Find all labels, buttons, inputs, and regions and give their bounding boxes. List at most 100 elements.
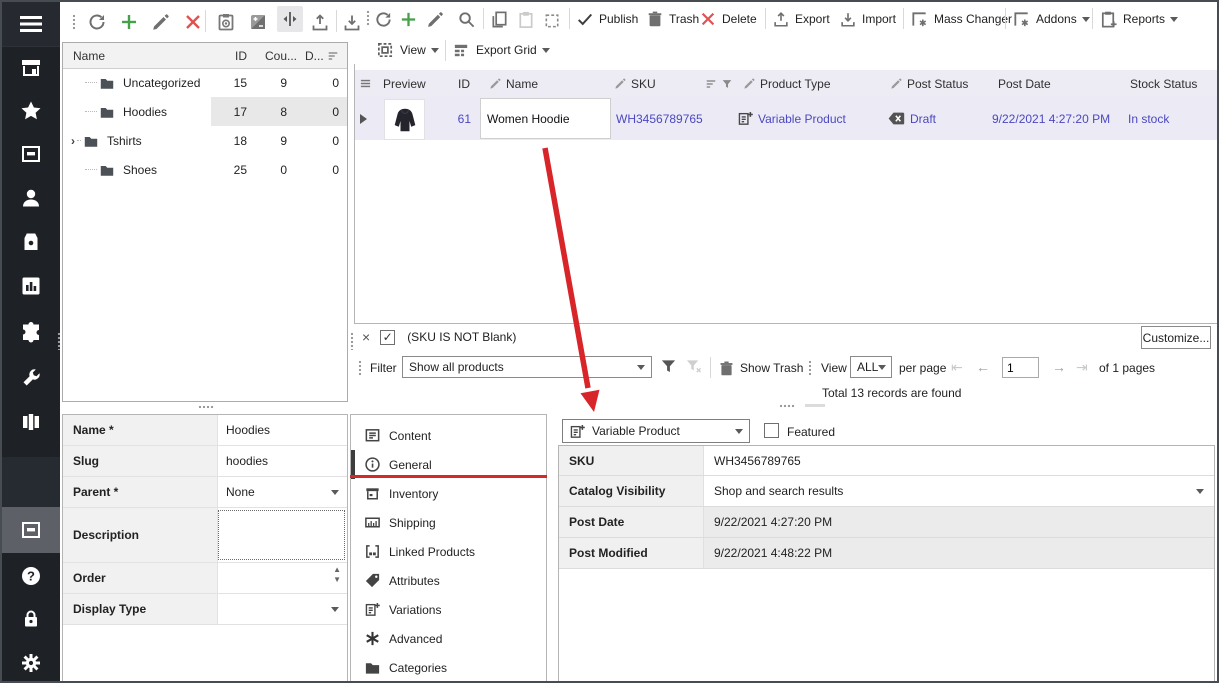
import-button[interactable]: Import [839,6,896,32]
favorites-star-icon[interactable] [2,89,60,133]
products-box-icon[interactable] [2,507,60,553]
description-field[interactable] [218,508,347,562]
trash-button[interactable]: Trash [646,6,699,32]
order-stepper[interactable]: ▲▼ [218,563,347,593]
cell-id[interactable]: 61 [443,112,471,126]
page-number-input[interactable] [1002,357,1039,378]
remove-filter-icon[interactable]: × [362,329,370,345]
col-post-status[interactable]: Post Status [886,77,972,91]
tab-categories[interactable]: Categories [351,653,546,682]
per-page-select[interactable]: ALL [850,356,892,378]
select-cells-button[interactable] [543,6,562,32]
addons-puzzle-icon[interactable] [2,310,60,354]
featured-checkbox[interactable] [764,423,779,438]
delete-button[interactable]: Delete [699,6,757,32]
mass-changer-button[interactable]: Mass Changer [910,6,1012,32]
tab-linked-products[interactable]: Linked Products [351,537,546,566]
tree-row-shoes[interactable]: Shoes 25 0 0 [63,155,347,184]
cell-sku[interactable]: WH3456789765 [616,112,703,126]
cell-post-date[interactable]: 9/22/2021 4:27:20 PM [992,112,1110,126]
addons-button[interactable]: Addons [1012,6,1090,32]
products-filter-select[interactable]: Show all products [402,356,652,378]
col-preview[interactable]: Preview [383,77,426,91]
category-edit-button[interactable] [151,9,171,35]
category-image-adjust-button[interactable] [248,9,268,35]
category-refresh-button[interactable] [87,9,107,35]
help-icon[interactable]: ? [2,554,60,598]
category-export-button[interactable] [310,9,330,35]
sku-field[interactable]: WH3456789765 [704,446,1214,475]
grid-search-button[interactable] [457,6,476,32]
slug-field[interactable]: hoodies [218,446,347,476]
splitter-grip[interactable] [198,405,214,409]
catalog-visibility-select[interactable]: Shop and search results [704,476,1214,506]
filter-enabled-checkbox[interactable]: ✓ [380,330,395,345]
apply-filter-funnel-icon[interactable] [660,358,677,375]
tree-col-name[interactable]: Name [73,49,105,63]
tree-col-count[interactable]: Cou... [265,49,297,63]
expander-icon[interactable]: › [71,134,75,148]
category-add-button[interactable] [119,9,139,35]
tree-row-hoodies[interactable]: Hoodies 17 8 0 [63,97,347,126]
spinner-arrows-icon[interactable]: ▲▼ [333,565,341,586]
grid-edit-button[interactable] [426,6,445,32]
toolbar-grip[interactable] [72,14,76,30]
first-page-icon[interactable]: ⇤ [951,359,963,376]
security-lock-icon[interactable] [2,597,60,641]
filter-funnel-icon[interactable] [721,78,733,90]
description-textarea[interactable] [218,510,345,560]
settings-gear-icon[interactable] [2,641,60,683]
reports-chart-icon[interactable] [2,264,60,308]
tab-attributes[interactable]: Attributes [351,566,546,595]
customers-icon[interactable] [2,176,60,220]
splitter-grip[interactable] [779,404,795,408]
tree-row-tshirts[interactable]: › Tshirts 18 9 0 [63,126,347,155]
col-sku[interactable]: SKU [610,77,660,91]
tree-col-d[interactable]: D... [305,49,324,63]
category-split-view-button[interactable] [277,6,303,32]
parent-select[interactable]: None [218,477,347,507]
category-delete-button[interactable] [183,9,203,35]
grid-menu-icon[interactable] [360,78,371,89]
col-name[interactable]: Name [485,77,542,91]
export-button[interactable]: Export [772,6,830,32]
tab-content[interactable]: Content [351,421,546,450]
cell-post-status[interactable]: Draft [883,111,940,126]
splitter-grip[interactable] [57,332,61,350]
clear-filter-funnel-icon[interactable] [685,358,702,375]
display-type-select[interactable] [218,594,347,624]
product-row[interactable]: 61 Women Hoodie WH3456789765 Variable Pr… [355,97,1218,140]
category-import-button[interactable] [342,9,362,35]
col-id[interactable]: ID [458,77,470,91]
tab-shipping[interactable]: Shipping [351,508,546,537]
grid-add-button[interactable] [399,6,418,32]
publish-button[interactable]: Publish [576,6,638,32]
tab-general[interactable]: General [351,450,546,479]
category-preview-button[interactable] [216,9,236,35]
tab-advanced[interactable]: Advanced [351,624,546,653]
show-trash-button[interactable]: Show Trash [718,355,803,381]
name-field[interactable]: Hoodies [218,415,347,445]
tree-col-id[interactable]: ID [235,49,247,63]
toolbar-grip[interactable] [358,360,362,376]
paste-button[interactable] [516,6,535,32]
toolbar-grip[interactable] [366,10,370,26]
reports-button[interactable]: Reports [1099,6,1178,32]
cell-product-type[interactable]: Variable Product [733,110,850,127]
tab-inventory[interactable]: Inventory [351,479,546,508]
tree-row-uncategorized[interactable]: Uncategorized 15 9 0 [63,68,347,97]
sort-icon[interactable] [705,78,717,90]
orders-bag-icon[interactable] [2,220,60,264]
tab-variations[interactable]: Variations [351,595,546,624]
toolbar-grip[interactable] [808,360,812,376]
col-stock-status[interactable]: Stock Status [1130,77,1197,91]
prev-page-icon[interactable]: ← [976,359,990,375]
col-product-type[interactable]: Product Type [739,77,835,91]
customize-button[interactable]: Customize... [1141,326,1211,349]
menu-icon[interactable] [2,2,60,46]
tools-wrench-icon[interactable] [2,356,60,400]
last-page-icon[interactable]: ⇥ [1076,359,1088,376]
store-icon[interactable] [2,46,60,90]
col-post-date[interactable]: Post Date [998,77,1051,91]
export-grid-button[interactable]: Export Grid [452,37,550,63]
